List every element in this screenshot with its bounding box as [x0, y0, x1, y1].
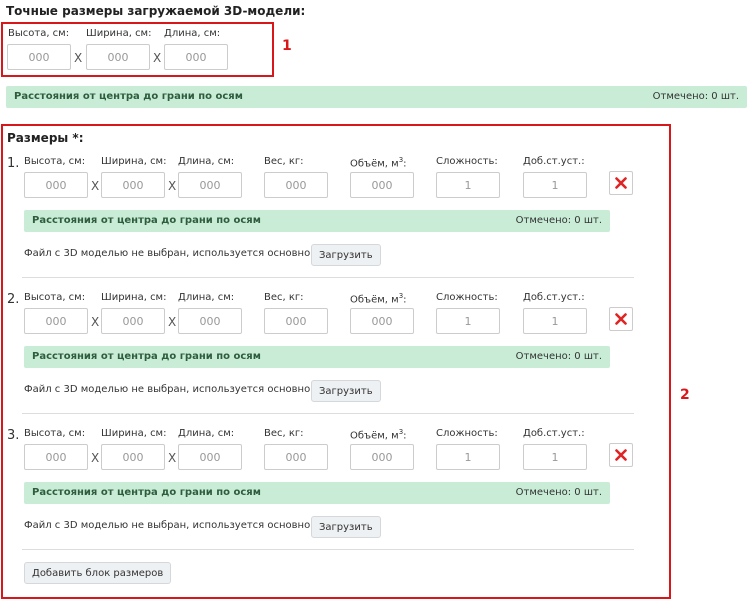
exact-width-input[interactable]: [86, 44, 150, 70]
upload-button[interactable]: Загрузить: [311, 516, 381, 538]
volume-label: Объём, м3:: [350, 428, 407, 442]
distance-bar[interactable]: Расстояния от центра до грани по осям От…: [24, 346, 610, 368]
complexity-label: Сложность:: [436, 156, 498, 167]
height-input[interactable]: [24, 444, 88, 470]
height-input[interactable]: [24, 308, 88, 334]
close-x-icon: [615, 449, 627, 461]
length-label: Длина, см:: [178, 292, 235, 303]
exact-separator-2: X: [153, 51, 162, 65]
file-status: Файл с 3D моделью не выбран, используетс…: [24, 520, 317, 531]
divider: [22, 549, 634, 550]
distance-bar[interactable]: Расстояния от центра до грани по осям От…: [24, 482, 610, 504]
exact-width-label: Ширина, см:: [86, 28, 152, 39]
separator: X: [168, 315, 177, 329]
complexity-label: Сложность:: [436, 292, 498, 303]
separator: X: [168, 179, 177, 193]
complexity-input[interactable]: [436, 308, 500, 334]
complexity-input[interactable]: [436, 172, 500, 198]
width-label: Ширина, см:: [101, 428, 167, 439]
exact-length-input[interactable]: [164, 44, 228, 70]
complexity-label: Сложность:: [436, 428, 498, 439]
close-x-icon: [615, 177, 627, 189]
distance-bar-marked: Отмечено: 0 шт.: [652, 91, 739, 102]
extra-input[interactable]: [523, 308, 587, 334]
block-number: 2.: [7, 292, 20, 307]
distance-bar[interactable]: Расстояния от центра до грани по осям От…: [24, 210, 610, 232]
file-status: Файл с 3D моделью не выбран, используетс…: [24, 384, 317, 395]
upload-button[interactable]: Загрузить: [311, 380, 381, 402]
width-label: Ширина, см:: [101, 292, 167, 303]
add-size-block-button[interactable]: Добавить блок размеров: [24, 562, 172, 584]
weight-label: Вес, кг:: [264, 156, 304, 167]
exact-height-input[interactable]: [7, 44, 71, 70]
extra-label: Доб.ст.уст.:: [523, 292, 585, 303]
exact-distance-bar[interactable]: Расстояния от центра до грани по осям От…: [6, 86, 747, 108]
divider: [22, 277, 634, 278]
annotation-number-1: 1: [282, 38, 292, 54]
volume-input[interactable]: [350, 172, 414, 198]
delete-block-button[interactable]: [609, 307, 633, 331]
weight-label: Вес, кг:: [264, 292, 304, 303]
sizes-title: Размеры *:: [7, 131, 84, 145]
file-status: Файл с 3D моделью не выбран, используетс…: [24, 248, 317, 259]
width-label: Ширина, см:: [101, 156, 167, 167]
extra-label: Доб.ст.уст.:: [523, 156, 585, 167]
height-label: Высота, см:: [24, 428, 86, 439]
separator: X: [91, 315, 100, 329]
extra-input[interactable]: [523, 444, 587, 470]
width-input[interactable]: [101, 172, 165, 198]
volume-input[interactable]: [350, 444, 414, 470]
delete-block-button[interactable]: [609, 171, 633, 195]
distance-bar-label: Расстояния от центра до грани по осям: [32, 487, 261, 498]
width-input[interactable]: [101, 444, 165, 470]
distance-bar-label: Расстояния от центра до грани по осям: [32, 351, 261, 362]
close-x-icon: [615, 313, 627, 325]
exact-separator-1: X: [74, 51, 83, 65]
height-label: Высота, см:: [24, 156, 86, 167]
exact-sizes-title: Точные размеры загружаемой 3D-модели:: [6, 4, 306, 18]
weight-input[interactable]: [264, 172, 328, 198]
delete-block-button[interactable]: [609, 443, 633, 467]
weight-input[interactable]: [264, 444, 328, 470]
distance-bar-label: Расстояния от центра до грани по осям: [14, 91, 243, 102]
separator: X: [168, 451, 177, 465]
length-input[interactable]: [178, 172, 242, 198]
width-input[interactable]: [101, 308, 165, 334]
distance-bar-marked: Отмечено: 0 шт.: [515, 351, 602, 362]
length-input[interactable]: [178, 308, 242, 334]
complexity-input[interactable]: [436, 444, 500, 470]
extra-label: Доб.ст.уст.:: [523, 428, 585, 439]
distance-bar-marked: Отмечено: 0 шт.: [515, 215, 602, 226]
exact-length-label: Длина, см:: [164, 28, 221, 39]
length-label: Длина, см:: [178, 156, 235, 167]
divider: [22, 413, 634, 414]
volume-input[interactable]: [350, 308, 414, 334]
volume-label: Объём, м3:: [350, 292, 407, 306]
weight-label: Вес, кг:: [264, 428, 304, 439]
height-input[interactable]: [24, 172, 88, 198]
upload-button[interactable]: Загрузить: [311, 244, 381, 266]
length-input[interactable]: [178, 444, 242, 470]
weight-input[interactable]: [264, 308, 328, 334]
block-number: 1.: [7, 156, 20, 171]
exact-height-label: Высота, см:: [8, 28, 70, 39]
separator: X: [91, 179, 100, 193]
distance-bar-label: Расстояния от центра до грани по осям: [32, 215, 261, 226]
height-label: Высота, см:: [24, 292, 86, 303]
extra-input[interactable]: [523, 172, 587, 198]
annotation-number-2: 2: [680, 387, 690, 403]
block-number: 3.: [7, 428, 20, 443]
length-label: Длина, см:: [178, 428, 235, 439]
volume-label: Объём, м3:: [350, 156, 407, 170]
distance-bar-marked: Отмечено: 0 шт.: [515, 487, 602, 498]
separator: X: [91, 451, 100, 465]
